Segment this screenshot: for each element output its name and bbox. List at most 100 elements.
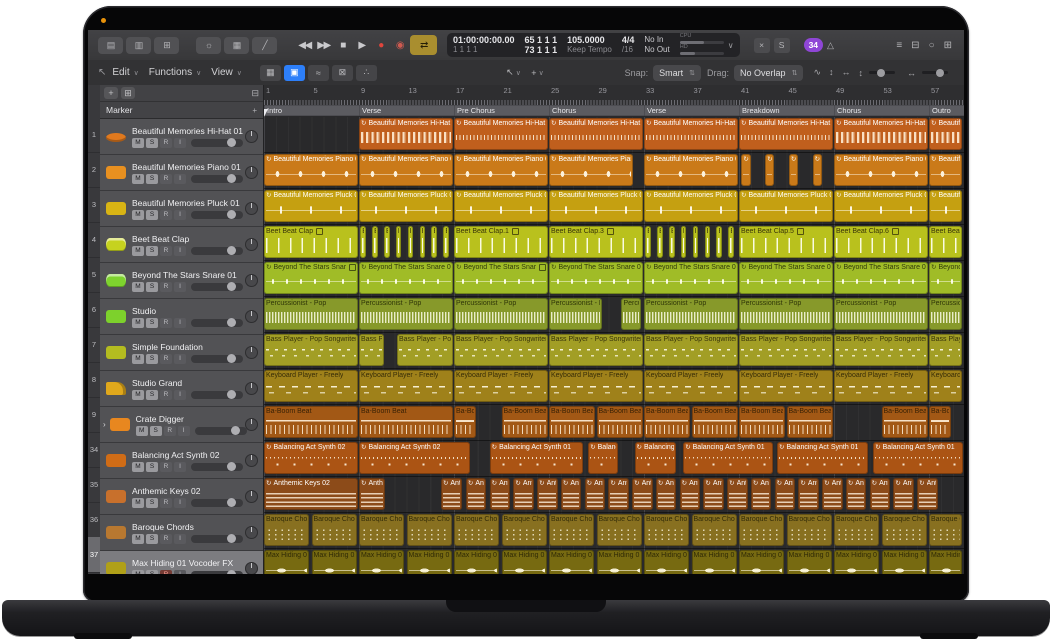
region[interactable]: ↻Beautiful Memories Pluck 01.2 <box>929 190 962 222</box>
marker-breakdown[interactable]: Breakdown <box>739 105 836 116</box>
volume-slider[interactable] <box>191 283 243 291</box>
pointer-tool-button[interactable]: ↖∨ <box>503 65 524 81</box>
grid-view-icon[interactable]: ▦ <box>260 65 281 81</box>
marker-pre-chorus[interactable]: Pre Chorus <box>454 105 551 116</box>
region[interactable]: Baroque Chords <box>692 514 737 546</box>
solo-button[interactable]: S <box>146 462 158 472</box>
region[interactable]: Ba-Boom Beat <box>454 406 476 438</box>
region[interactable]: Bass Player - Pop Songwriter <box>644 334 738 366</box>
record-enable-button[interactable]: R <box>160 210 172 220</box>
marker-verse[interactable]: Verse <box>644 105 741 116</box>
volume-slider[interactable] <box>191 247 243 255</box>
disclosure-triangle-icon[interactable]: › <box>103 420 106 429</box>
region[interactable]: Ba-Boom Beat <box>264 406 358 438</box>
horizontal-zoom-slider-knob[interactable] <box>936 69 944 77</box>
region[interactable]: Max Hiding 01 Vocoder FX <box>882 550 927 574</box>
region[interactable]: ↻Anthemic Keys 02 <box>846 478 866 510</box>
region[interactable]: Baroque Chords <box>549 514 594 546</box>
region[interactable]: Bass Player - Pop Songwriter <box>397 334 453 366</box>
menu-view[interactable]: View∨ <box>211 67 242 78</box>
volume-knob[interactable] <box>227 354 236 363</box>
input-monitor-button[interactable]: I <box>174 174 186 184</box>
region[interactable]: B <box>728 226 734 258</box>
volume-slider[interactable] <box>191 463 243 471</box>
volume-slider[interactable] <box>191 571 243 575</box>
track-header-36[interactable]: Baroque ChordsMSRI <box>100 515 263 551</box>
region[interactable]: Max Hiding 01 Vocoder FX <box>787 550 832 574</box>
region[interactable]: ↻Anthemic Keys 02 <box>751 478 771 510</box>
region[interactable]: ↻Be <box>789 154 798 186</box>
inspector-toggle-icon[interactable]: ▥ <box>126 37 151 54</box>
region[interactable]: B <box>645 226 651 258</box>
record-enable-button[interactable]: R <box>160 246 172 256</box>
solo-button[interactable]: S <box>146 318 158 328</box>
region[interactable]: Bass Player - Pop Songwriter <box>739 334 833 366</box>
region[interactable]: Percussionist - Pop <box>454 298 548 330</box>
mute-button[interactable]: M <box>132 174 144 184</box>
solo-button[interactable]: S <box>146 570 158 575</box>
region[interactable]: ↻Beautiful Memories Hi-Hat 02.1 <box>549 118 643 150</box>
solo-button[interactable]: S <box>146 282 158 292</box>
region[interactable]: ↻Anthemic Keys 02 <box>490 478 510 510</box>
pan-knob[interactable] <box>245 418 258 431</box>
region[interactable]: Ba-Boom Beat <box>929 406 951 438</box>
region[interactable]: ↻Beautiful Memories Pluck 02.3 <box>739 190 833 222</box>
input-monitor-button[interactable]: I <box>174 498 186 508</box>
input-monitor-button[interactable]: I <box>174 210 186 220</box>
add-track-button[interactable]: + <box>104 87 118 99</box>
region[interactable]: Baroque Chords <box>882 514 927 546</box>
region[interactable]: ↻Anthemic Keys 02 <box>822 478 842 510</box>
input-monitor-button[interactable]: I <box>174 354 186 364</box>
smart-controls-icon[interactable]: ▦ <box>224 37 249 54</box>
notification-badge[interactable]: 34 <box>804 38 823 52</box>
input-monitor-button[interactable]: I <box>174 246 186 256</box>
hierarchy-back-icon[interactable]: ↖ <box>98 67 106 78</box>
mute-button[interactable]: M <box>132 138 144 148</box>
region[interactable]: B <box>669 226 675 258</box>
volume-knob[interactable] <box>227 138 236 147</box>
region[interactable]: ↻Anthemic Keys 02 <box>798 478 818 510</box>
record-button[interactable]: ● <box>372 35 389 55</box>
region[interactable]: Max Hiding 01 Vocoder FX <box>644 550 689 574</box>
mute-button[interactable]: M <box>132 210 144 220</box>
region[interactable]: Beet Beat Clap.3 <box>549 226 643 258</box>
play-button[interactable]: ▶ <box>353 35 370 55</box>
record-enable-button[interactable]: R <box>160 570 172 575</box>
region[interactable]: B <box>420 226 426 258</box>
region[interactable]: ↻Beautiful Memories Piano 01.2 <box>929 154 962 186</box>
loop-browser-icon[interactable]: ○ <box>929 40 935 51</box>
volume-slider[interactable] <box>191 175 243 183</box>
volume-slider[interactable] <box>191 211 243 219</box>
input-monitor-button[interactable]: I <box>174 570 186 575</box>
library-toggle-icon[interactable]: ▤ <box>98 37 123 54</box>
mute-button[interactable]: M <box>132 498 144 508</box>
region[interactable]: ↻Anthemic Keys 02 <box>893 478 913 510</box>
region[interactable]: B <box>408 226 414 258</box>
region[interactable]: ↻Beautiful Memories Pluck 02 <box>454 190 548 222</box>
region[interactable]: B <box>693 226 699 258</box>
input-monitor-button[interactable]: I <box>174 534 186 544</box>
mute-button[interactable]: M <box>132 246 144 256</box>
region[interactable]: Baroque Chords <box>312 514 357 546</box>
marker-verse[interactable]: Verse <box>359 105 456 116</box>
browsers-icon[interactable]: ⊞ <box>944 40 952 51</box>
record-enable-button[interactable]: R <box>164 426 176 436</box>
solo-button[interactable]: S <box>146 174 158 184</box>
volume-knob[interactable] <box>227 462 236 471</box>
region[interactable]: ↻Anthemic Keys 02 <box>727 478 747 510</box>
region[interactable]: ↻Beyond The Stars Snare 02.2 <box>644 262 738 294</box>
mute-button[interactable]: M <box>132 318 144 328</box>
solo-button[interactable]: S <box>146 534 158 544</box>
region[interactable]: Beet Beat Clap.5 <box>739 226 833 258</box>
record-enable-button[interactable]: R <box>160 462 172 472</box>
pan-knob[interactable] <box>245 346 258 359</box>
region[interactable]: ↻Balancing Act Synth 01 <box>588 442 617 474</box>
region[interactable]: Ba-Boom Beat <box>359 406 453 438</box>
region[interactable]: ↻Anthemic Keys 02 <box>656 478 676 510</box>
region[interactable]: ↻Beautiful Memories Pluck 01.2 <box>834 190 928 222</box>
mute-button[interactable]: M <box>132 354 144 364</box>
region[interactable]: Ba-Boom Beat <box>597 406 643 438</box>
drag-dropdown[interactable]: No Overlap⇅ <box>734 65 803 81</box>
region[interactable]: ↻Anthemic Keys 02 <box>537 478 557 510</box>
region[interactable]: ↻Anthemic Keys 02 <box>359 478 385 510</box>
